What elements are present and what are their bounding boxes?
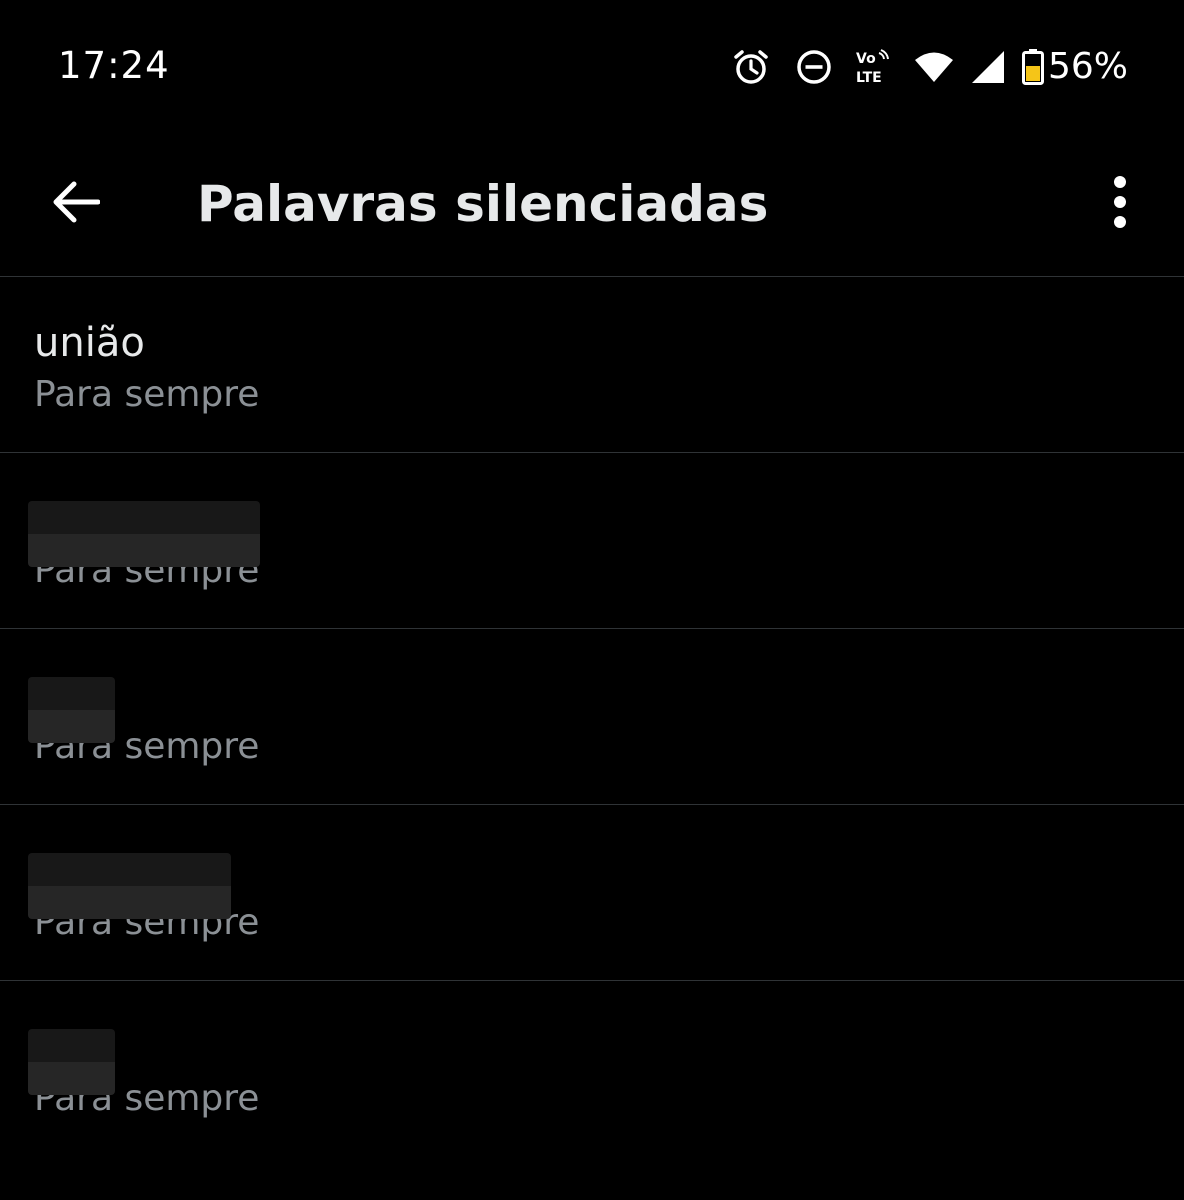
volte-icon: Vo LTE <box>854 49 892 85</box>
redaction-pixel <box>57 1062 86 1095</box>
redaction-pixel <box>57 710 86 743</box>
redaction-pixel <box>57 677 86 710</box>
redaction-pixel <box>28 853 57 886</box>
redaction-pixel <box>173 886 202 919</box>
redaction-pixel <box>144 853 173 886</box>
redaction-pixel <box>86 534 115 567</box>
redaction-pixel <box>144 886 173 919</box>
muted-word: união <box>34 320 145 366</box>
muted-word-row[interactable]: Para sempre <box>0 629 1184 805</box>
redaction-pixel <box>57 534 86 567</box>
redaction-pixel <box>202 853 231 886</box>
more-options-button[interactable] <box>1092 170 1148 234</box>
wifi-icon <box>914 51 954 83</box>
more-vertical-icon <box>1114 176 1126 228</box>
redaction-pixel <box>57 1029 86 1062</box>
redaction-pixel <box>57 501 86 534</box>
battery-fill <box>1025 66 1040 81</box>
redaction-pixel <box>173 853 202 886</box>
status-bar: 17:24 Vo LTE 56% <box>0 0 1184 130</box>
redaction-pixel <box>173 534 202 567</box>
redaction-pixel <box>231 501 260 534</box>
arrow-left-icon <box>53 181 100 223</box>
redaction-pixel <box>86 853 115 886</box>
redaction-pixel <box>86 710 115 743</box>
redaction-pixel <box>28 677 57 710</box>
muted-word-row[interactable]: Para sempre <box>0 453 1184 629</box>
volte-icon-vo: Vo <box>856 51 876 67</box>
status-icons: Vo LTE 56% <box>732 44 1128 90</box>
redaction-pixel <box>202 886 231 919</box>
redaction-pixel <box>86 1029 115 1062</box>
redaction-pixel <box>144 501 173 534</box>
battery-percent: 56% <box>1047 46 1128 87</box>
muted-word-duration: Para sempre <box>34 374 260 415</box>
redaction-pixel <box>115 534 144 567</box>
redaction-pixel <box>115 501 144 534</box>
app-bar: Palavras silenciadas <box>0 130 1184 277</box>
redacted-word <box>28 501 260 567</box>
redaction-pixel <box>86 886 115 919</box>
redaction-pixel <box>28 1029 57 1062</box>
redaction-pixel <box>202 534 231 567</box>
status-time: 17:24 <box>58 44 170 87</box>
redaction-pixel <box>115 886 144 919</box>
redaction-pixel <box>86 677 115 710</box>
redacted-word <box>28 853 231 919</box>
battery-icon <box>1021 49 1044 85</box>
redaction-pixel <box>86 501 115 534</box>
redaction-pixel <box>202 501 231 534</box>
muted-word-row[interactable]: Para sempre <box>0 981 1184 1156</box>
page-title: Palavras silenciadas <box>197 175 769 233</box>
redaction-pixel <box>28 886 57 919</box>
redaction-pixel <box>86 1062 115 1095</box>
redaction-pixel <box>57 853 86 886</box>
volte-icon-lte: LTE <box>856 70 882 85</box>
redaction-pixel <box>28 710 57 743</box>
muted-word-row[interactable]: união Para sempre <box>0 277 1184 453</box>
redaction-pixel <box>173 501 202 534</box>
dnd-icon <box>796 49 832 85</box>
redacted-word <box>28 677 115 743</box>
redacted-word <box>28 1029 115 1095</box>
signal-icon <box>970 49 1006 85</box>
muted-words-list: união Para sempre Para sempre Para sempr… <box>0 277 1184 1156</box>
redaction-pixel <box>231 534 260 567</box>
redaction-pixel <box>144 534 173 567</box>
redaction-pixel <box>28 501 57 534</box>
alarm-icon <box>732 48 770 86</box>
back-button[interactable] <box>44 172 108 232</box>
redaction-pixel <box>57 886 86 919</box>
muted-word-row[interactable]: Para sempre <box>0 805 1184 981</box>
redaction-pixel <box>28 534 57 567</box>
redaction-pixel <box>28 1062 57 1095</box>
redaction-pixel <box>115 853 144 886</box>
